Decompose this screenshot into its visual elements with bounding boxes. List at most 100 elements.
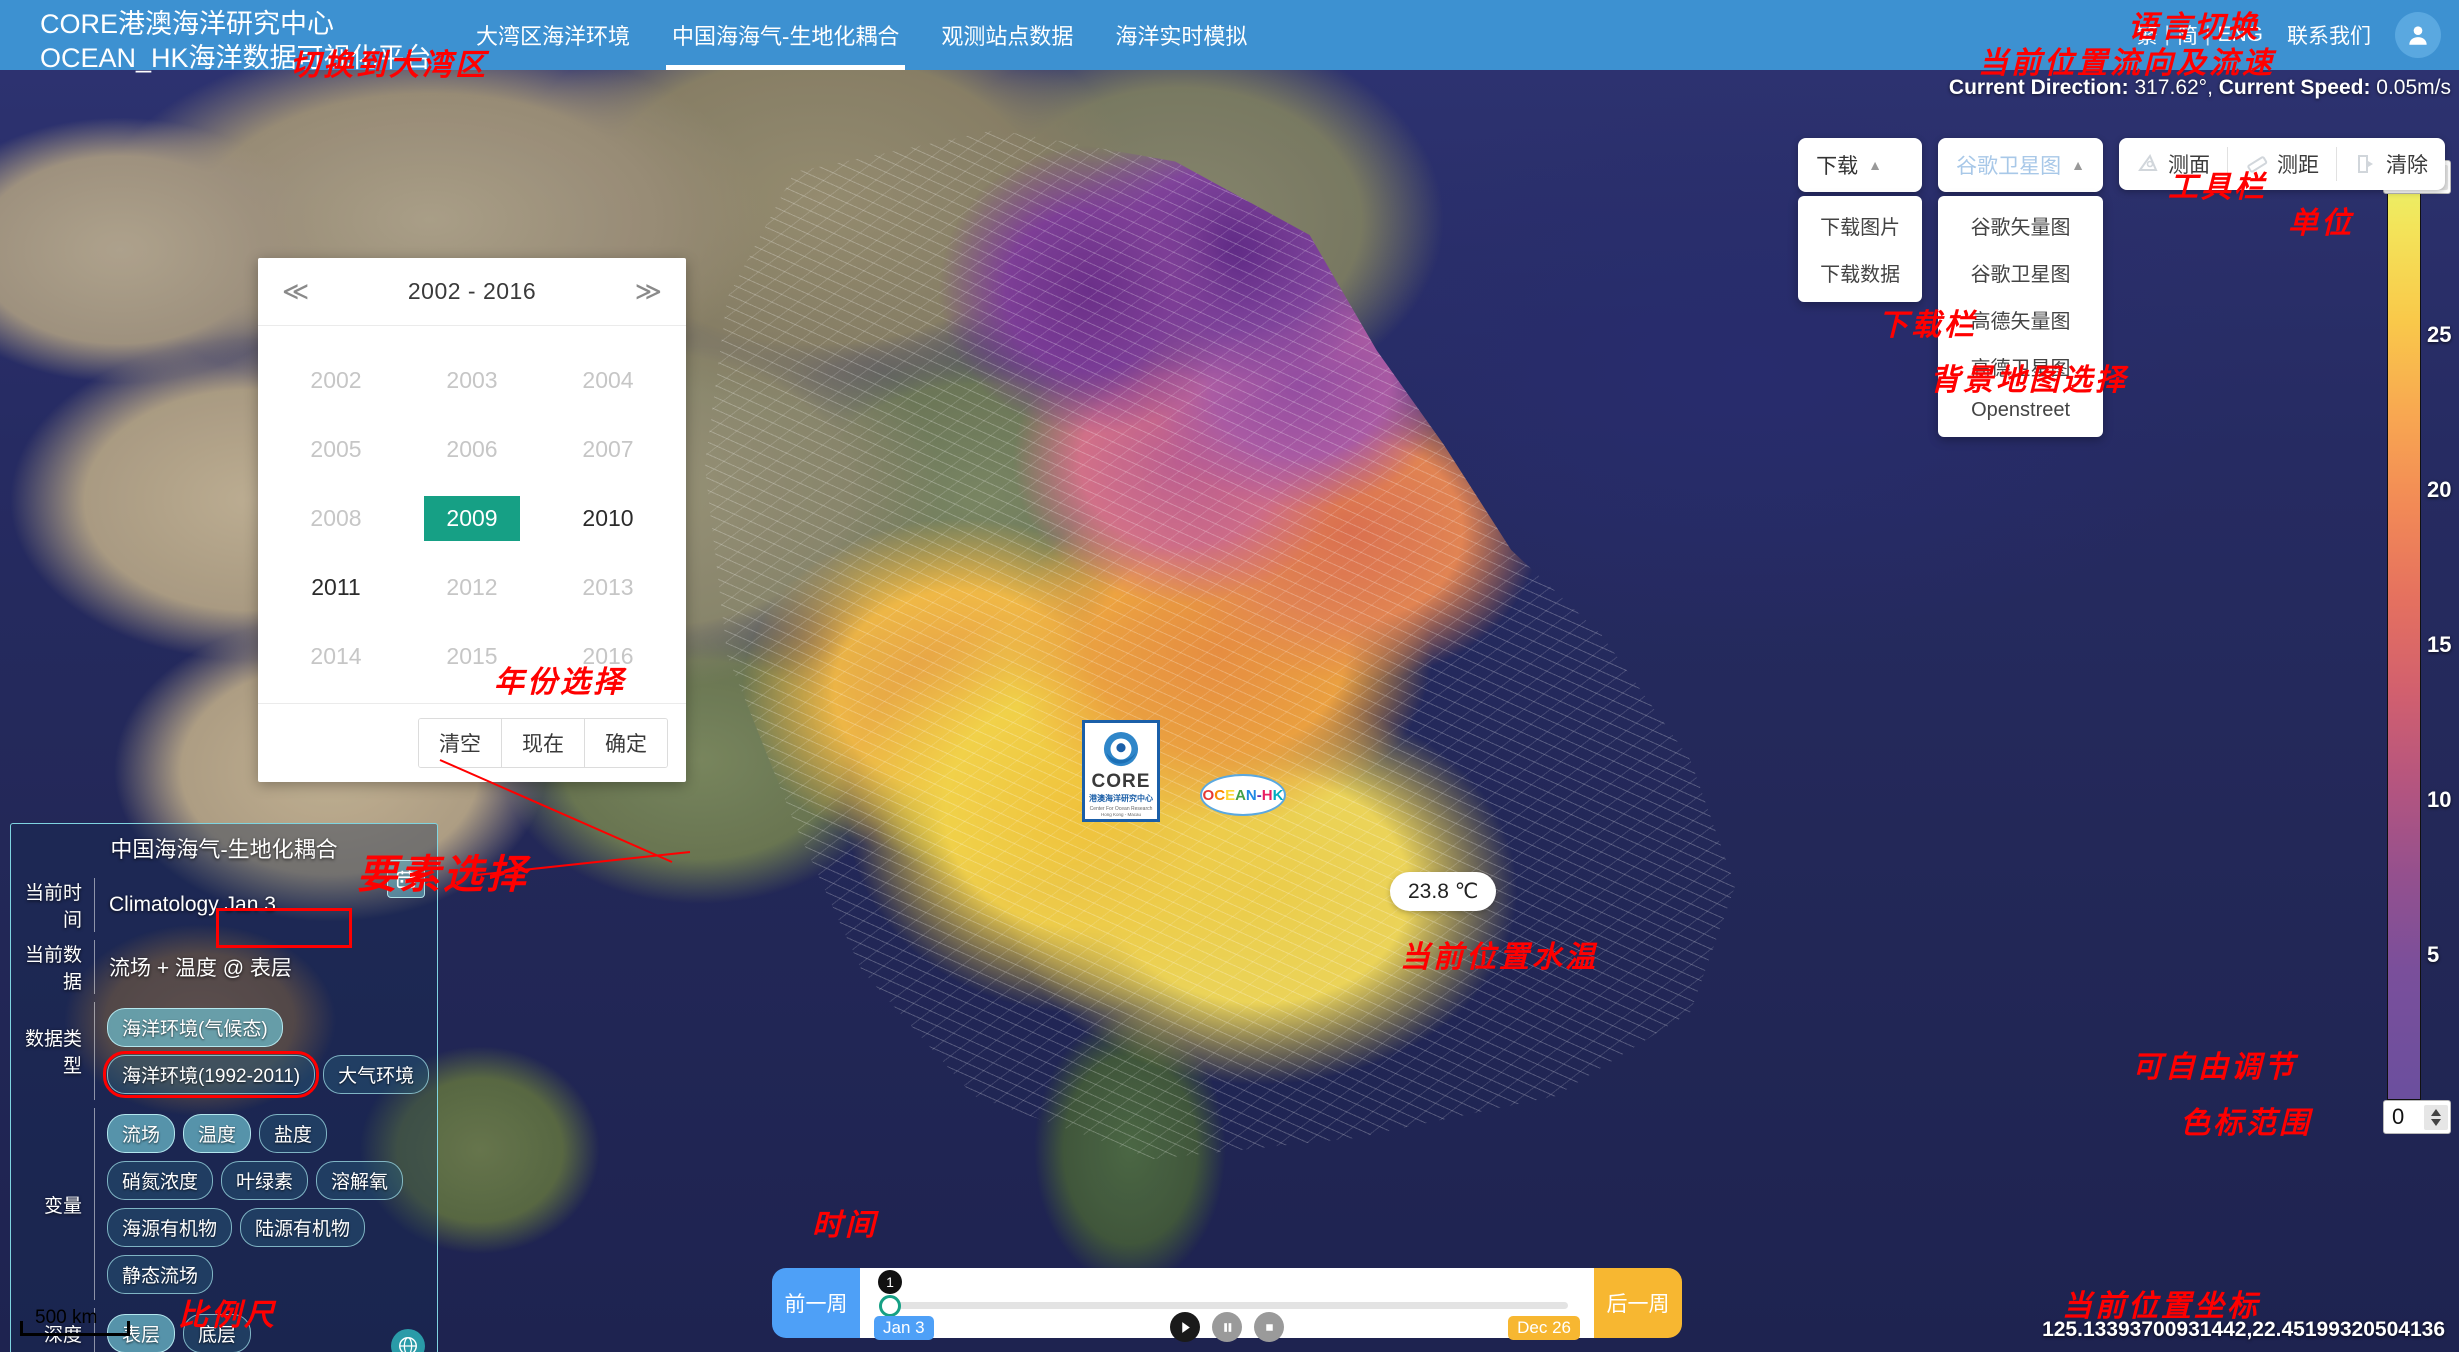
- lang-english[interactable]: ENG: [2217, 23, 2263, 47]
- year-2012[interactable]: 2012: [424, 565, 519, 610]
- chevron-double-right-icon[interactable]: ≫: [635, 276, 662, 307]
- previous-week-button[interactable]: 前一周: [772, 1268, 860, 1338]
- current-speed-label: Current Speed:: [2212, 76, 2371, 99]
- variable-chip-nitrate[interactable]: 硝氮浓度: [107, 1161, 214, 1200]
- variable-chip-salinity[interactable]: 盐度: [259, 1114, 328, 1153]
- variable-chip-marine-organic[interactable]: 海源有机物: [107, 1208, 233, 1247]
- time-slider-track-area[interactable]: 1 Jan 3 Dec 26: [860, 1268, 1594, 1342]
- download-button-label: 下载: [1816, 155, 1859, 178]
- play-icon[interactable]: [1170, 1312, 1200, 1342]
- year-cell[interactable]: 2004: [540, 346, 676, 415]
- year-2003[interactable]: 2003: [424, 358, 519, 403]
- calendar-icon[interactable]: [387, 860, 425, 898]
- basemap-option-google-satellite[interactable]: 谷歌卫星图: [1938, 249, 2103, 296]
- lang-traditional[interactable]: 繁: [2137, 20, 2158, 50]
- year-picker-now-button[interactable]: 现在: [501, 719, 584, 767]
- variable-chip-static-current[interactable]: 静态流场: [107, 1255, 214, 1294]
- app-header: CORE港澳海洋研究中心 OCEAN_HK海洋数据可视化平台 大湾区海洋环境 中…: [0, 0, 2459, 73]
- year-2008[interactable]: 2008: [288, 496, 383, 541]
- year-range-label: 2002 - 2016: [407, 278, 537, 304]
- lang-simplified[interactable]: 简: [2177, 20, 2198, 50]
- year-cell[interactable]: 2010: [540, 484, 676, 553]
- chevron-up-icon: ▲: [1868, 157, 1882, 173]
- stepper-arrows-icon[interactable]: [2424, 1104, 2448, 1130]
- year-cell[interactable]: 2009: [404, 484, 540, 553]
- year-picker-clear-button[interactable]: 清空: [419, 719, 501, 767]
- year-cell[interactable]: 2012: [404, 553, 540, 622]
- year-2015[interactable]: 2015: [424, 634, 519, 679]
- year-cell[interactable]: 2014: [268, 622, 404, 691]
- datatype-chip-group: 海洋环境(气候态) 海洋环境(1992-2011) 大气环境: [95, 1002, 437, 1100]
- nav-item-china-sea-coupling[interactable]: 中国海海气-生地化耦合: [666, 0, 906, 70]
- year-2007[interactable]: 2007: [560, 427, 655, 472]
- year-2006[interactable]: 2006: [424, 427, 519, 472]
- year-cell[interactable]: 2016: [540, 622, 676, 691]
- year-2014[interactable]: 2014: [288, 634, 383, 679]
- area-measure-icon: [2138, 153, 2158, 171]
- variable-chip-current-field[interactable]: 流场: [107, 1114, 176, 1153]
- ocean-hk-badge: OCEAN-HK: [1200, 774, 1286, 816]
- time-slider-bar: 前一周 1 Jan 3 Dec 26 后一周: [772, 1268, 1682, 1342]
- current-speed-value: 0.05m/s: [2370, 76, 2451, 99]
- download-menu-item-data[interactable]: 下载数据: [1798, 249, 1922, 296]
- scale-bar-label: 500 km: [35, 1307, 98, 1328]
- year-2016[interactable]: 2016: [560, 634, 655, 679]
- download-button[interactable]: 下载 ▲: [1798, 138, 1923, 192]
- colorbar-min-value: 0: [2392, 1104, 2405, 1129]
- stop-icon[interactable]: [1254, 1312, 1284, 1342]
- chevron-double-left-icon[interactable]: ≪: [282, 276, 309, 307]
- year-cell[interactable]: 2003: [404, 346, 540, 415]
- year-2002[interactable]: 2002: [288, 358, 383, 403]
- download-dropdown: 下载 ▲ 下载图片 下载数据: [1798, 138, 1923, 302]
- year-cell[interactable]: 2013: [540, 553, 676, 622]
- datatype-chip-1992-2011[interactable]: 海洋环境(1992-2011): [102, 1051, 320, 1098]
- variable-chip-group: 流场 温度 盐度 硝氮浓度 叶绿素 溶解氧 海源有机物 陆源有机物 静态流场: [95, 1108, 437, 1300]
- nav-item-gba-marine-env[interactable]: 大湾区海洋环境: [470, 0, 636, 70]
- year-2010[interactable]: 2010: [560, 496, 655, 541]
- next-week-button[interactable]: 后一周: [1594, 1268, 1682, 1338]
- basemap-option-amap-vector[interactable]: 高德矢量图: [1938, 296, 2103, 343]
- download-menu-item-image[interactable]: 下载图片: [1798, 202, 1922, 249]
- year-2004[interactable]: 2004: [560, 358, 655, 403]
- year-cell[interactable]: 2002: [268, 346, 404, 415]
- variable-chip-dissolved-oxygen[interactable]: 溶解氧: [316, 1161, 404, 1200]
- year-cell[interactable]: 2015: [404, 622, 540, 691]
- year-cell[interactable]: 2007: [540, 415, 676, 484]
- depth-chip-bottom[interactable]: 底层: [183, 1314, 252, 1352]
- nav-item-station-data[interactable]: 观测站点数据: [935, 0, 1079, 70]
- year-cell[interactable]: 2008: [268, 484, 404, 553]
- basemap-option-openstreet[interactable]: Openstreet: [1938, 390, 2103, 431]
- year-2013[interactable]: 2013: [560, 565, 655, 610]
- lang-separator-2: |: [2205, 23, 2211, 46]
- main-nav: 大湾区海洋环境 中国海海气-生地化耦合 观测站点数据 海洋实时模拟: [470, 0, 1253, 70]
- nav-item-realtime-sim[interactable]: 海洋实时模拟: [1109, 0, 1253, 70]
- year-cell[interactable]: 2005: [268, 415, 404, 484]
- datatype-chip-atmosphere[interactable]: 大气环境: [323, 1055, 430, 1094]
- year-2011[interactable]: 2011: [289, 565, 382, 610]
- user-avatar-icon[interactable]: [2395, 12, 2441, 58]
- sst-value-pill: 23.8 ℃: [1390, 872, 1497, 911]
- measure-area-button[interactable]: 测面: [2119, 147, 2227, 181]
- time-slider-handle[interactable]: [879, 1295, 901, 1317]
- variable-chip-terrestrial-organic[interactable]: 陆源有机物: [240, 1208, 366, 1247]
- time-slider-track[interactable]: [886, 1302, 1568, 1309]
- variable-chip-chlorophyll[interactable]: 叶绿素: [221, 1161, 309, 1200]
- variable-chip-temperature[interactable]: 温度: [183, 1114, 252, 1153]
- year-2005[interactable]: 2005: [288, 427, 383, 472]
- contact-us-link[interactable]: 联系我们: [2287, 20, 2371, 50]
- colorbar-min-stepper[interactable]: 0: [2383, 1100, 2451, 1134]
- year-picker-header: ≪ 2002 - 2016 ≫: [258, 258, 686, 326]
- measure-distance-button[interactable]: 测距: [2227, 147, 2336, 181]
- basemap-option-google-vector[interactable]: 谷歌矢量图: [1938, 202, 2103, 249]
- year-cell[interactable]: 2006: [404, 415, 540, 484]
- pause-icon[interactable]: [1212, 1312, 1242, 1342]
- year-2009[interactable]: 2009: [424, 496, 520, 541]
- basemap-select-button[interactable]: 谷歌卫星图 ▲: [1938, 138, 2103, 192]
- datatype-chip-climatology[interactable]: 海洋环境(气候态): [107, 1008, 283, 1047]
- brand-line-2: OCEAN_HK海洋数据可视化平台: [40, 42, 432, 73]
- clear-button[interactable]: 清除: [2336, 147, 2445, 181]
- colorbar-tick-15: 15: [2427, 632, 2452, 657]
- basemap-option-amap-satellite[interactable]: 高德卫星图: [1938, 343, 2103, 390]
- year-picker-confirm-button[interactable]: 确定: [584, 719, 667, 767]
- year-cell[interactable]: 2011: [268, 553, 404, 622]
